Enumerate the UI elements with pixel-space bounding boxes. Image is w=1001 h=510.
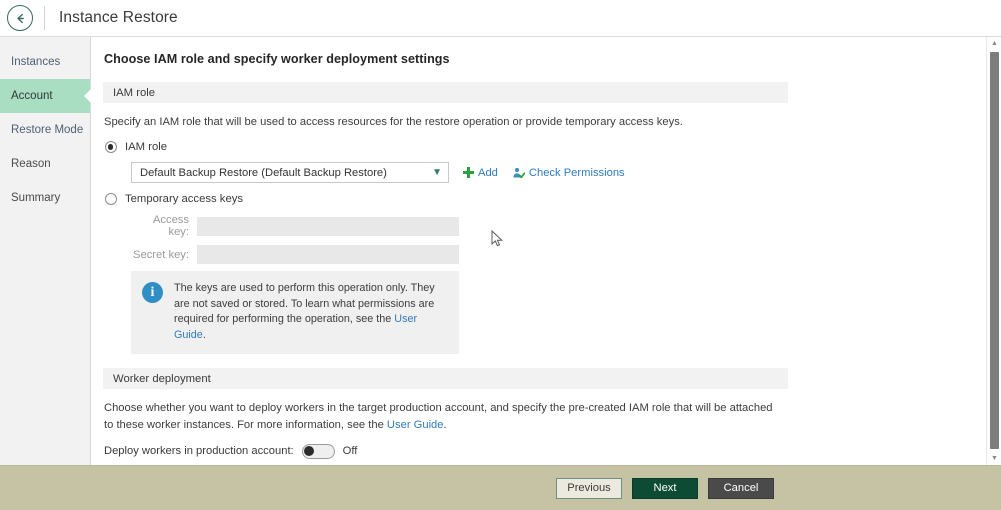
check-permissions-button[interactable]: Check Permissions bbox=[512, 167, 625, 179]
worker-deployment-section-title: Worker deployment bbox=[113, 372, 211, 385]
add-iam-role-button[interactable]: Add bbox=[463, 167, 498, 179]
access-key-input[interactable] bbox=[197, 216, 459, 236]
radio-indicator-icon bbox=[105, 141, 117, 154]
scroll-up-arrow-icon[interactable]: ▲ bbox=[987, 37, 1001, 50]
access-key-label: Access key: bbox=[152, 214, 189, 239]
back-button[interactable] bbox=[7, 5, 33, 31]
check-permissions-label: Check Permissions bbox=[528, 166, 625, 179]
plus-icon bbox=[463, 167, 474, 179]
info-text-part-2: . bbox=[202, 328, 206, 341]
iam-role-field-row: Default Backup Restore (Default Backup R… bbox=[131, 162, 975, 184]
page-title: Instance Restore bbox=[59, 9, 178, 26]
sidebar-item-label: Instances bbox=[11, 56, 61, 68]
sidebar-item-label: Reason bbox=[11, 158, 51, 170]
content-scroll-area: Choose IAM role and specify worker deplo… bbox=[91, 37, 1001, 465]
radio-indicator-icon bbox=[105, 193, 117, 206]
sidebar-item-label: Account bbox=[11, 90, 53, 102]
access-key-row: Access key: bbox=[131, 214, 975, 238]
keys-info-box: i The keys are used to perform this oper… bbox=[131, 271, 459, 355]
section-heading: Choose IAM role and specify worker deplo… bbox=[104, 52, 450, 66]
instance-restore-window: Instance Restore Instances Account Resto… bbox=[0, 0, 1001, 510]
sidebar-item-instances[interactable]: Instances bbox=[0, 45, 90, 79]
deploy-workers-toggle-row: Deploy workers in production account: Of… bbox=[104, 443, 975, 459]
deploy-workers-label: Deploy workers in production account: bbox=[104, 445, 294, 458]
titlebar: Instance Restore bbox=[0, 0, 1001, 37]
worker-user-guide-link[interactable]: User Guide bbox=[387, 419, 444, 431]
scroll-down-arrow-icon[interactable]: ▼ bbox=[987, 452, 1001, 465]
content-scrollbar[interactable]: ▲ ▼ bbox=[986, 37, 1001, 465]
sidebar-item-restore-mode[interactable]: Restore Mode bbox=[0, 113, 90, 147]
radio-iam-role-label: IAM role bbox=[125, 141, 168, 154]
wizard-sidebar: Instances Account Restore Mode Reason Su… bbox=[0, 37, 91, 465]
sidebar-item-label: Restore Mode bbox=[11, 124, 84, 136]
wizard-footer: Previous Next Cancel bbox=[0, 465, 1001, 510]
content: Choose IAM role and specify worker deplo… bbox=[91, 37, 1001, 465]
body-area: Instances Account Restore Mode Reason Su… bbox=[0, 37, 1001, 465]
add-label: Add bbox=[478, 166, 498, 179]
toggle-knob bbox=[304, 446, 315, 457]
radio-iam-role[interactable]: IAM role bbox=[105, 141, 975, 154]
sidebar-item-label: Summary bbox=[11, 192, 61, 204]
secret-key-row: Secret key: bbox=[131, 245, 975, 265]
iam-role-description: Specify an IAM role that will be used to… bbox=[104, 116, 683, 128]
radio-temporary-access-keys[interactable]: Temporary access keys bbox=[105, 193, 975, 206]
back-arrow-icon bbox=[16, 13, 24, 23]
worker-deployment-description: Choose whether you want to deploy worker… bbox=[104, 400, 782, 432]
iam-role-dropdown-value: Default Backup Restore (Default Backup R… bbox=[140, 166, 387, 179]
scrollbar-thumb[interactable] bbox=[990, 52, 999, 449]
radio-temp-keys-label: Temporary access keys bbox=[125, 193, 244, 206]
next-button[interactable]: Next bbox=[632, 477, 698, 499]
iam-role-dropdown[interactable]: Default Backup Restore (Default Backup R… bbox=[131, 162, 449, 184]
iam-role-section-header: IAM role bbox=[103, 82, 788, 103]
info-icon: i bbox=[142, 282, 163, 304]
sidebar-item-summary[interactable]: Summary bbox=[0, 181, 90, 215]
keys-info-text: The keys are used to perform this operat… bbox=[174, 281, 447, 343]
titlebar-divider bbox=[44, 6, 45, 30]
cancel-button[interactable]: Cancel bbox=[708, 477, 774, 499]
worker-desc-part-2: . bbox=[443, 418, 447, 431]
sidebar-item-reason[interactable]: Reason bbox=[0, 147, 90, 181]
secret-key-label: Secret key: bbox=[133, 248, 189, 261]
iam-role-section-title: IAM role bbox=[113, 86, 156, 99]
previous-button[interactable]: Previous bbox=[556, 477, 622, 499]
sidebar-item-account[interactable]: Account bbox=[0, 79, 90, 113]
deploy-workers-toggle[interactable] bbox=[301, 443, 335, 459]
chevron-down-icon: ▼ bbox=[432, 166, 442, 178]
worker-deployment-section-header: Worker deployment bbox=[103, 368, 788, 390]
secret-key-input[interactable] bbox=[197, 245, 459, 265]
deploy-workers-state: Off bbox=[342, 445, 358, 458]
check-permissions-icon bbox=[513, 167, 525, 178]
